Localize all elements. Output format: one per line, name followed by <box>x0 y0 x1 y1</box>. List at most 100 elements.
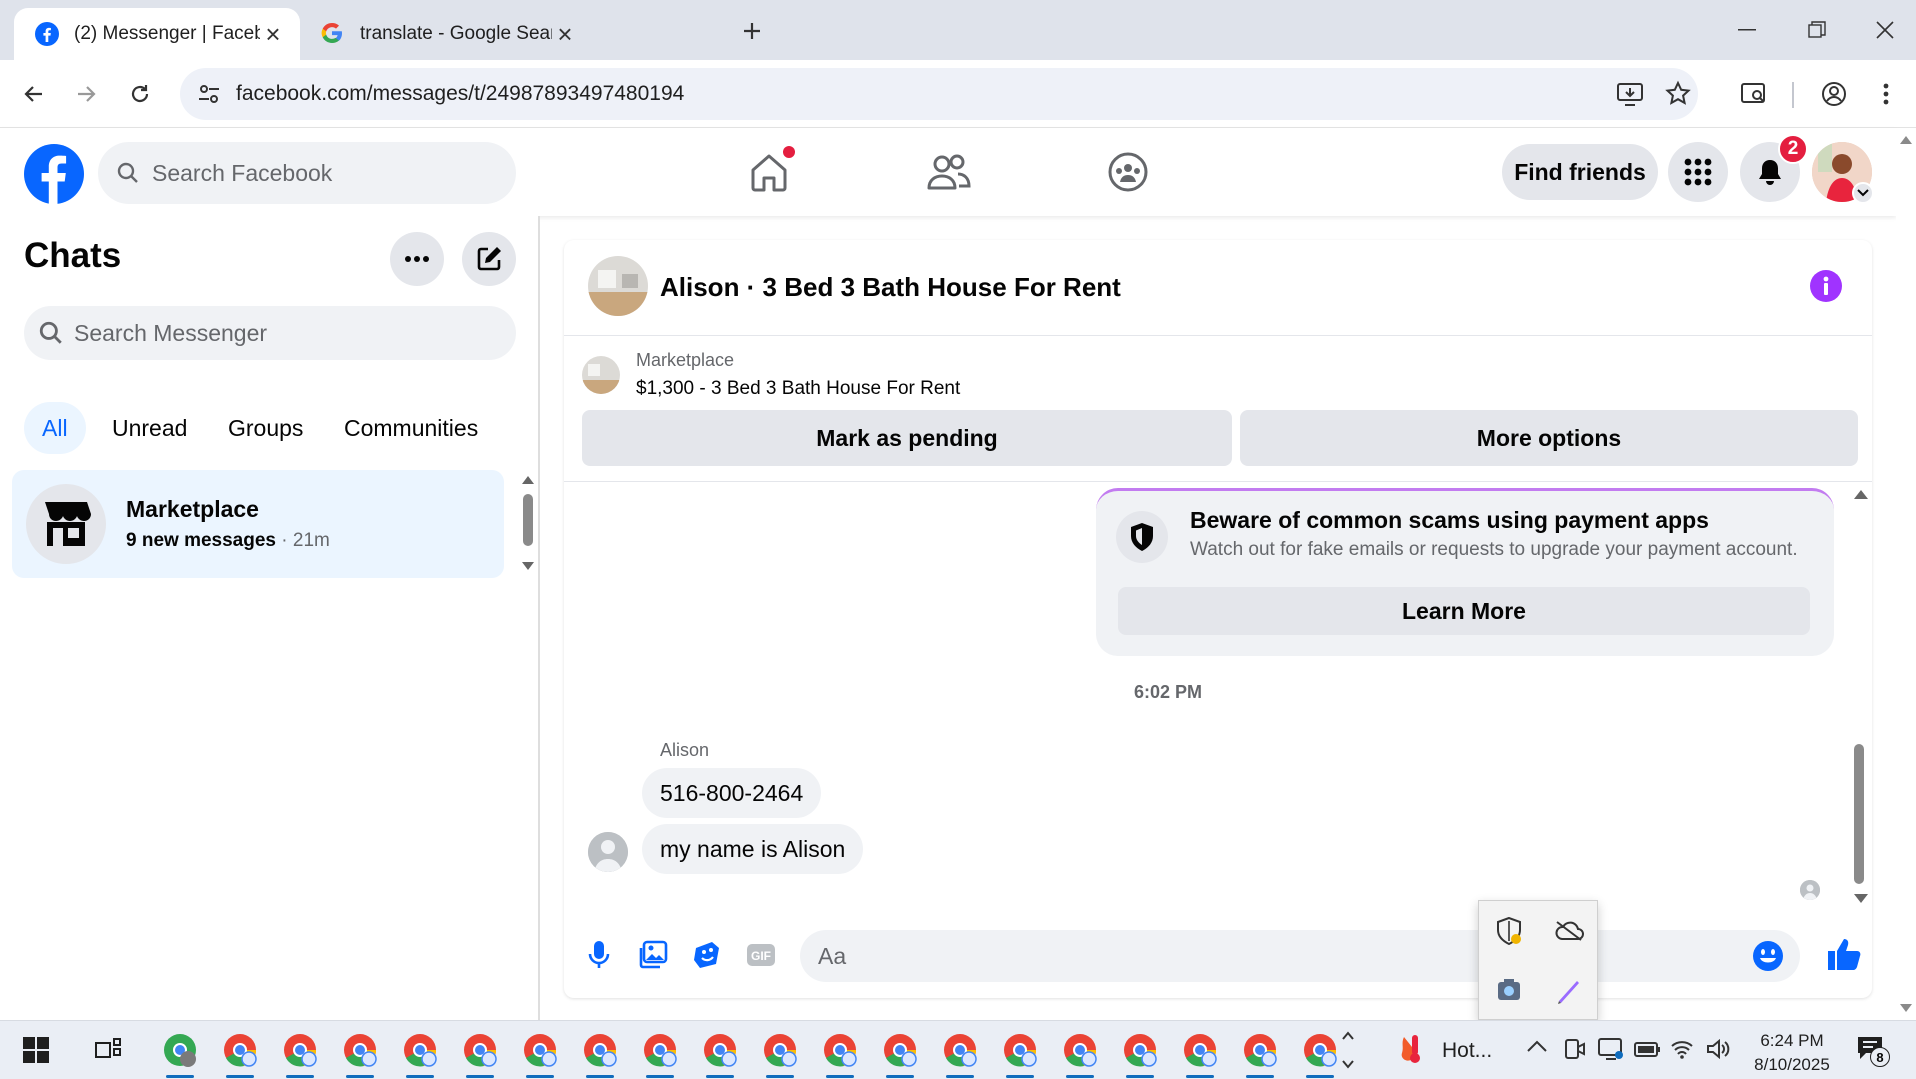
temperature-icon[interactable] <box>1396 1033 1422 1065</box>
attach-photo-icon[interactable] <box>636 938 670 972</box>
taskbar-chrome-icon[interactable] <box>758 1028 802 1078</box>
marketplace-label: Marketplace <box>636 350 735 370</box>
address-bar[interactable]: facebook.com/messages/t/2498789349748019… <box>180 68 1698 120</box>
taskbar-chrome-icon[interactable] <box>998 1028 1042 1078</box>
new-message-button[interactable] <box>462 232 516 286</box>
display-icon[interactable] <box>1598 1037 1624 1061</box>
like-thumbs-up-icon[interactable] <box>1824 934 1864 974</box>
forward-icon[interactable] <box>66 74 106 114</box>
conversation-title[interactable]: Alison · 3 Bed 3 Bath House For Rent <box>660 272 1121 303</box>
taskbar-chrome-icon[interactable] <box>338 1028 382 1078</box>
emoji-icon[interactable] <box>1752 940 1784 972</box>
taskbar-chrome-icon[interactable] <box>878 1028 922 1078</box>
tab-messenger[interactable]: (2) Messenger | Facebook × <box>14 8 300 60</box>
security-shield-icon[interactable] <box>1479 901 1539 961</box>
message-bubble[interactable]: my name is Alison <box>642 824 864 874</box>
listing-title[interactable]: $1,300 - 3 Bed 3 Bath House For Rent <box>636 378 960 400</box>
microphone-icon[interactable] <box>582 938 616 972</box>
close-window-icon[interactable] <box>1860 10 1910 50</box>
friends-nav-icon[interactable] <box>909 144 989 200</box>
groups-nav-icon[interactable] <box>1088 144 1168 200</box>
page-scrollbar[interactable] <box>1896 128 1916 1020</box>
facebook-search-box[interactable] <box>98 142 516 204</box>
taskbar-chrome-icon[interactable] <box>278 1028 322 1078</box>
listing-thumbnail[interactable] <box>582 356 620 394</box>
find-friends-button[interactable]: Find friends <box>1502 144 1658 200</box>
message-bubble[interactable]: 516-800-2464 <box>642 768 822 818</box>
facebook-search-input[interactable] <box>152 159 512 187</box>
chat-list-item-marketplace[interactable]: Marketplace 9 new messages · 21m <box>12 470 504 578</box>
taskbar-chrome-icon[interactable] <box>1118 1028 1162 1078</box>
listing-avatar[interactable] <box>588 256 648 316</box>
taskbar-chrome-icon[interactable] <box>1298 1028 1342 1078</box>
windows-start-icon[interactable] <box>14 1028 58 1072</box>
taskbar-chrome-profile-icon[interactable] <box>158 1028 202 1078</box>
taskbar-scroll[interactable] <box>1340 1027 1360 1073</box>
browser-menu-icon[interactable] <box>1866 74 1906 114</box>
new-tab-icon[interactable] <box>727 16 777 46</box>
message-scroll-thumb[interactable] <box>1854 744 1864 884</box>
taskbar-chrome-icon[interactable] <box>938 1028 982 1078</box>
learn-more-button[interactable]: Learn More <box>1118 587 1810 635</box>
filter-unread[interactable]: Unread <box>94 402 205 454</box>
battery-icon[interactable] <box>1634 1039 1662 1059</box>
chat-list-scrollbar[interactable] <box>520 476 536 576</box>
pen-icon[interactable] <box>1539 961 1599 1021</box>
volume-icon[interactable] <box>1706 1039 1732 1059</box>
message-scroll-down-icon[interactable] <box>1854 894 1868 904</box>
task-view-icon[interactable] <box>86 1028 130 1072</box>
profile-icon[interactable] <box>1814 74 1854 114</box>
more-options-button[interactable]: More options <box>1240 410 1858 466</box>
account-chevron-down-icon[interactable] <box>1852 182 1874 204</box>
minimize-icon[interactable] <box>1722 10 1772 50</box>
filter-all[interactable]: All <box>24 402 86 454</box>
taskbar-chrome-icon[interactable] <box>218 1028 262 1078</box>
sender-avatar[interactable] <box>588 832 628 872</box>
menu-grid-button[interactable] <box>1668 142 1728 202</box>
home-nav-icon[interactable] <box>729 144 809 200</box>
taskbar-chrome-icon[interactable] <box>818 1028 862 1078</box>
messenger-search-input[interactable] <box>74 319 494 347</box>
install-app-icon[interactable] <box>1616 81 1644 107</box>
messenger-search-box[interactable] <box>24 306 516 360</box>
scroll-thumb[interactable] <box>523 494 533 546</box>
restore-icon[interactable] <box>1792 10 1842 50</box>
mark-as-pending-button[interactable]: Mark as pending <box>582 410 1232 466</box>
tab-search-icon[interactable] <box>1734 74 1774 114</box>
taskbar-chrome-icon[interactable] <box>578 1028 622 1078</box>
notification-center-icon[interactable]: 8 <box>1856 1035 1896 1069</box>
cloud-off-icon[interactable] <box>1539 901 1599 961</box>
taskbar-chrome-icon[interactable] <box>638 1028 682 1078</box>
meet-now-icon[interactable] <box>1564 1037 1586 1061</box>
taskbar-chrome-icon[interactable] <box>698 1028 742 1078</box>
taskbar-chrome-icon[interactable] <box>518 1028 562 1078</box>
taskbar-chrome-icon[interactable] <box>1178 1028 1222 1078</box>
taskbar-chrome-icon[interactable] <box>398 1028 442 1078</box>
facebook-logo-icon[interactable] <box>24 144 84 204</box>
camera-app-icon[interactable] <box>1479 961 1539 1021</box>
site-info-icon[interactable] <box>196 81 222 107</box>
message-composer[interactable] <box>800 930 1800 982</box>
tray-chevron-up-icon[interactable] <box>1526 1039 1548 1053</box>
notifications-button[interactable]: 2 <box>1740 134 1808 202</box>
tab-google-search[interactable]: translate - Google Search × <box>300 8 592 60</box>
info-icon[interactable] <box>1810 270 1842 302</box>
taskbar-chrome-icon[interactable] <box>1058 1028 1102 1078</box>
wifi-icon[interactable] <box>1670 1039 1694 1059</box>
chat-options-button[interactable] <box>390 232 444 286</box>
gif-icon[interactable]: GIF <box>744 938 778 972</box>
reload-icon[interactable] <box>120 74 160 114</box>
filter-communities[interactable]: Communities <box>326 402 496 454</box>
system-tray-overflow-popup <box>1478 900 1598 1020</box>
tab-close-icon[interactable]: × <box>260 19 286 49</box>
message-scroll-up-icon[interactable] <box>1854 490 1868 500</box>
weather-label[interactable]: Hot... <box>1442 1039 1492 1063</box>
back-icon[interactable] <box>14 74 54 114</box>
bookmark-star-icon[interactable] <box>1664 80 1692 108</box>
sticker-icon[interactable] <box>690 938 724 972</box>
taskbar-chrome-icon[interactable] <box>1238 1028 1282 1078</box>
taskbar-clock[interactable]: 6:24 PM 8/10/2025 <box>1742 1029 1842 1077</box>
taskbar-chrome-icon[interactable] <box>458 1028 502 1078</box>
tab-close-icon[interactable]: × <box>552 19 578 49</box>
filter-groups[interactable]: Groups <box>210 402 321 454</box>
